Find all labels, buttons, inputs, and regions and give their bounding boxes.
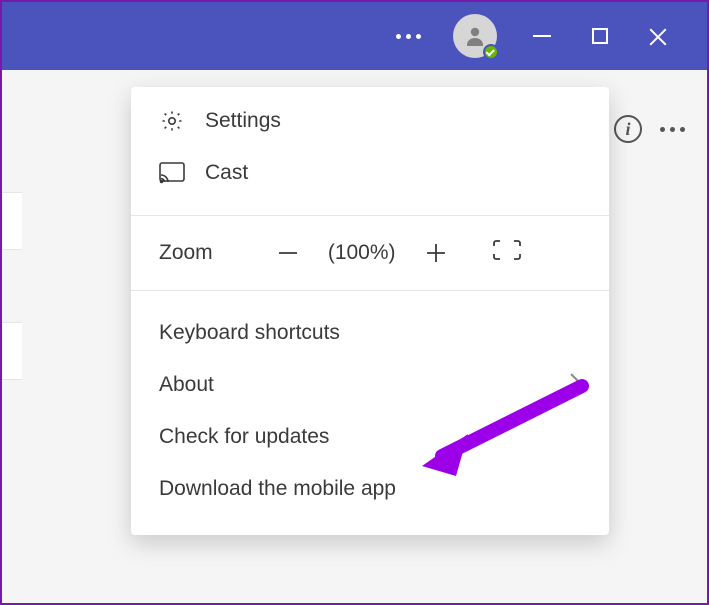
menu-item-label: About	[159, 373, 214, 397]
menu-item-keyboard-shortcuts[interactable]: Keyboard shortcuts	[131, 307, 609, 359]
person-icon	[463, 24, 487, 48]
fullscreen-button[interactable]	[493, 240, 521, 266]
more-icon	[396, 34, 421, 39]
menu-item-label: Keyboard shortcuts	[159, 321, 340, 345]
minimize-button[interactable]	[513, 2, 571, 70]
menu-divider	[131, 290, 609, 291]
gear-icon	[159, 109, 185, 133]
menu-item-about[interactable]: About	[131, 359, 609, 411]
maximize-icon	[592, 28, 608, 44]
info-icon[interactable]: i	[614, 115, 642, 143]
close-button[interactable]	[629, 2, 687, 70]
plus-icon	[425, 242, 447, 264]
menu-item-label: Settings	[205, 109, 281, 133]
fullscreen-icon	[493, 240, 521, 260]
cast-icon	[159, 162, 185, 184]
more-button[interactable]	[379, 2, 437, 70]
menu-item-label: Download the mobile app	[159, 477, 396, 501]
close-icon	[648, 26, 668, 46]
zoom-out-button[interactable]	[261, 242, 315, 264]
chevron-right-icon	[569, 372, 581, 398]
menu-item-cast[interactable]: Cast	[131, 147, 609, 199]
zoom-label: Zoom	[159, 241, 213, 265]
content-more-icon[interactable]	[660, 127, 685, 132]
avatar[interactable]	[453, 14, 497, 58]
minus-icon	[277, 242, 299, 264]
list-item	[2, 322, 22, 380]
list-item	[2, 192, 22, 250]
menu-item-check-updates[interactable]: Check for updates	[131, 411, 609, 463]
menu-divider	[131, 215, 609, 216]
zoom-row: Zoom (100%)	[131, 224, 609, 282]
menu-item-label: Check for updates	[159, 425, 329, 449]
zoom-in-button[interactable]	[409, 242, 463, 264]
title-bar	[2, 2, 707, 70]
zoom-percent: (100%)	[315, 241, 409, 265]
presence-available-icon	[483, 44, 499, 60]
menu-item-label: Cast	[205, 161, 248, 185]
menu-item-settings[interactable]: Settings	[131, 95, 609, 147]
maximize-button[interactable]	[571, 2, 629, 70]
settings-menu: Settings Cast Zoom (100%) Keyboard short…	[131, 87, 609, 535]
minimize-icon	[533, 35, 551, 37]
menu-item-download-app[interactable]: Download the mobile app	[131, 463, 609, 515]
